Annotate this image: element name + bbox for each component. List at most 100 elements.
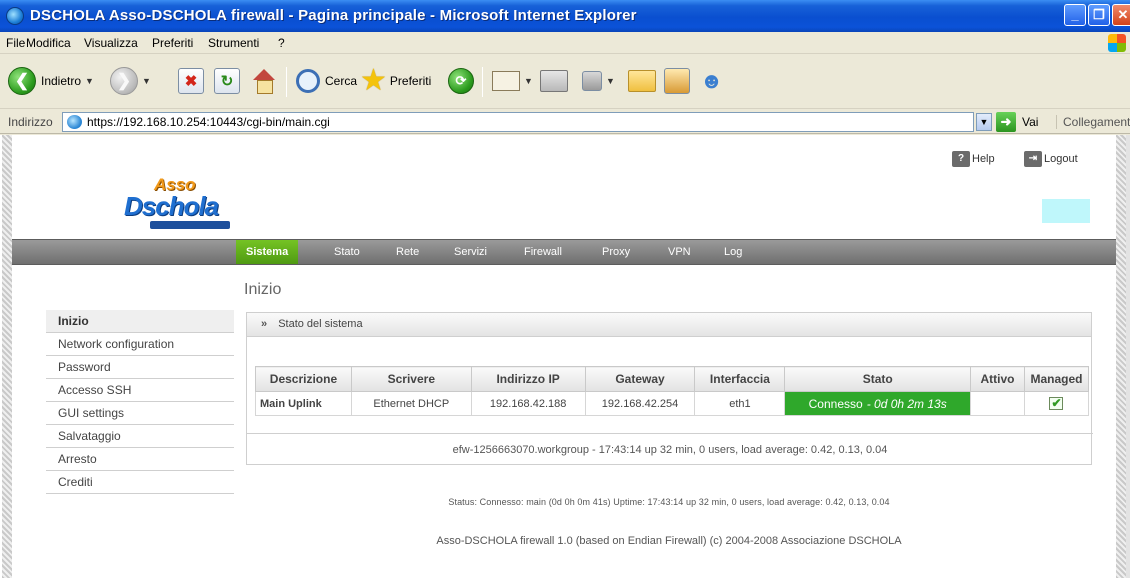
go-arrow-icon[interactable]: ➜ [996,112,1016,132]
ie-logo-icon [6,7,24,25]
panel-header[interactable]: » Stato del sistema [247,313,1091,337]
panel-title: Stato del sistema [278,318,363,330]
messenger-button[interactable]: ☻ [700,63,728,99]
ie-window: DSCHOLA Asso-DSCHOLA firewall - Pagina p… [0,0,1130,578]
forward-arrow-icon: ❯ [110,67,138,95]
printer-icon [540,70,568,92]
nav-stato[interactable]: Stato [334,240,360,264]
favorites-button[interactable]: ★ Preferiti [360,63,431,99]
address-dropdown-icon[interactable]: ▼ [976,113,992,131]
research-button[interactable] [664,63,690,99]
nav-servizi[interactable]: Servizi [454,240,487,264]
col-descrizione: Descrizione [255,366,352,392]
nav-rete[interactable]: Rete [396,240,419,264]
mail-icon [492,71,520,91]
menu-visualizza[interactable]: Visualizza [84,36,138,50]
sidebar-item-arresto[interactable]: Arresto [46,448,234,471]
chevron-icon: » [261,318,268,330]
refresh-button[interactable]: ↻ [214,63,240,99]
back-button[interactable]: ❮ Indietro ▼ [8,63,94,99]
history-button[interactable]: ⟳ [448,63,474,99]
footer: Asso-DSCHOLA firewall 1.0 (based on Endi… [436,535,902,547]
sidebar-item-inizio[interactable]: Inizio [46,310,234,333]
search-icon [296,69,320,93]
table-header-row: Descrizione Scrivere Indirizzo IP Gatewa… [255,366,1090,392]
logout-label: Logout [1044,153,1078,165]
nav-proxy[interactable]: Proxy [602,240,630,264]
system-summary: efw-1256663070.workgroup - 17:43:14 up 3… [247,433,1093,465]
help-label: Help [972,153,995,165]
favorites-label: Preferiti [389,74,432,88]
stato-label: Connesso [808,396,863,411]
col-interfaccia: Interfaccia [694,366,786,392]
cell-stato: Connesso - 0d 0h 2m 13s [784,391,971,416]
logout-link[interactable]: ⇥ Logout [1024,151,1078,167]
address-label: Indirizzo [8,115,53,129]
edit-button[interactable]: ▼ [582,63,615,99]
managed-checkbox[interactable]: ✔ [1049,397,1064,410]
toolbar: ❮ Indietro ▼ ❯ ▼ ✖ ↻ Cerca ★ Preferiti ⟳ [0,55,1130,109]
search-button[interactable]: Cerca [296,63,357,99]
vertical-scrollbar[interactable] [1126,135,1130,578]
discuss-button[interactable] [628,63,656,99]
dschola-logo: Asso Dschola [124,175,264,231]
nav-sistema[interactable]: Sistema [236,240,299,264]
sidebar-item-network-configuration[interactable]: Network configuration [46,333,234,356]
menu-file[interactable]: File [6,36,25,50]
col-managed: Managed [1023,366,1090,392]
back-label: Indietro [41,74,82,88]
menu-modifica[interactable]: Modifica [26,36,71,50]
nav-vpn[interactable]: VPN [668,240,691,264]
firewall-page: Asso Dschola ? Help ⇥ Logout Sistema Sta… [12,135,1116,578]
menu-help[interactable]: ? [278,36,285,50]
cell-interfaccia: eth1 [694,391,786,416]
nav-firewall[interactable]: Firewall [524,240,562,264]
help-icon: ? [952,151,970,167]
status-line: Status: Connesso: main (0d 0h 0m 41s) Up… [448,497,890,507]
address-bar: Indirizzo https://192.168.10.254:10443/c… [0,110,1130,134]
history-icon: ⟳ [448,68,474,94]
sidebar-item-password[interactable]: Password [46,356,234,379]
sidebar-item-accesso-ssh[interactable]: Accesso SSH [46,379,234,402]
nav-log[interactable]: Log [724,240,742,264]
edit-dropdown-icon[interactable]: ▼ [606,76,615,86]
sidebar-item-salvataggio[interactable]: Salvataggio [46,425,234,448]
cell-scrivere: Ethernet DHCP [350,391,472,416]
col-stato: Stato [784,366,971,392]
main-nav: Sistema Stato Rete Servizi Firewall Prox… [12,239,1116,265]
sidebar-item-gui-settings[interactable]: GUI settings [46,402,234,425]
folder-icon [628,70,656,92]
menu-bar: File Modifica Visualizza Preferiti Strum… [0,32,1130,54]
stato-uptime: - 0d 0h 2m 13s [866,396,947,411]
stop-icon: ✖ [178,68,204,94]
address-url: https://192.168.10.254:10443/cgi-bin/mai… [87,115,330,129]
help-link[interactable]: ? Help [952,151,995,167]
address-input[interactable]: https://192.168.10.254:10443/cgi-bin/mai… [62,112,974,132]
maximize-button[interactable]: ❐ [1088,4,1110,26]
uplink-table: Descrizione Scrivere Indirizzo IP Gatewa… [255,366,1090,416]
page-title: Inizio [244,281,282,298]
menu-strumenti[interactable]: Strumenti [208,36,259,50]
back-dropdown-icon[interactable]: ▼ [85,76,94,86]
logo-dschola: Dschola [124,191,219,221]
mail-dropdown-icon[interactable]: ▼ [524,76,533,86]
cell-descrizione: Main Uplink [255,391,352,416]
cell-attivo [969,391,1025,416]
links-button[interactable]: Collegamenti [1056,115,1130,129]
close-button[interactable]: ✕ [1112,4,1130,26]
print-button[interactable] [540,63,568,99]
forward-dropdown-icon[interactable]: ▼ [142,76,151,86]
messenger-icon: ☻ [700,68,724,93]
col-scrivere: Scrivere [350,366,472,392]
menu-preferiti[interactable]: Preferiti [152,36,193,50]
table-row: Main Uplink Ethernet DHCP 192.168.42.188… [255,391,1090,416]
go-button[interactable]: Vai [1022,115,1038,129]
minimize-button[interactable]: _ [1064,4,1086,26]
stop-button[interactable]: ✖ [178,63,204,99]
cell-managed: ✔ [1023,391,1090,416]
mail-button[interactable]: ▼ [492,63,533,99]
home-button[interactable] [250,63,278,99]
forward-button[interactable]: ❯ ▼ [110,63,151,99]
page-icon [67,115,82,129]
sidebar-item-crediti[interactable]: Crediti [46,471,234,494]
